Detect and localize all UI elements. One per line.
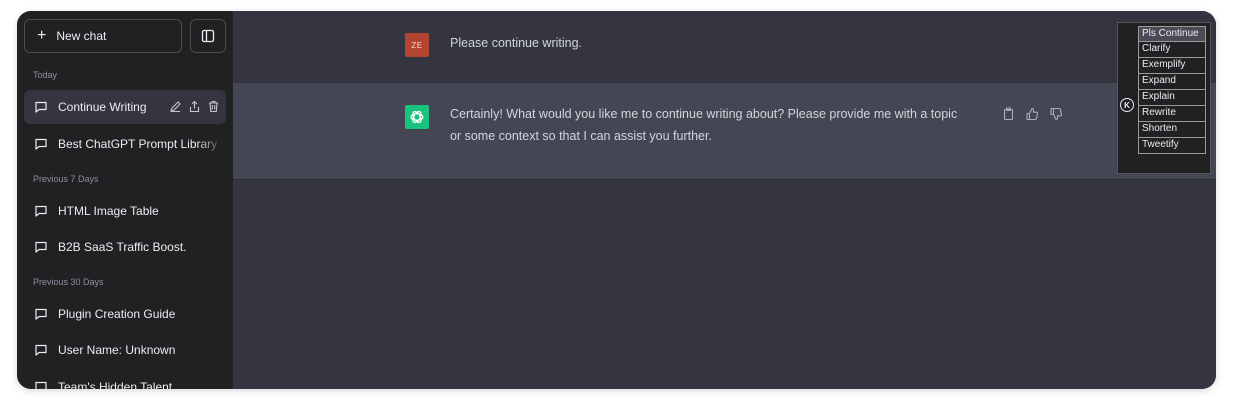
item-actions <box>169 100 220 113</box>
rewrite-button[interactable]: Rewrite <box>1138 106 1206 122</box>
sidebar-item-label: User Name: Unknown <box>58 343 176 357</box>
thumbs-up-icon[interactable] <box>1025 107 1039 121</box>
user-message: ZE Please continue writing. <box>233 11 1216 84</box>
chat-bubble-icon <box>35 381 47 389</box>
user-message-text: Please continue writing. <box>450 36 583 50</box>
section-label-previous-30-days: Previous 30 Days <box>33 277 104 287</box>
chat-window: + New chat Today Continue Writing Best C… <box>17 11 1216 389</box>
sidebar-item-label: B2B SaaS Traffic Boost. <box>58 240 187 254</box>
sidebar-item-hidden-talent[interactable]: Team's Hidden Talent <box>24 370 226 389</box>
sidebar-item-prompt-library[interactable]: Best ChatGPT Prompt Library <box>24 127 226 161</box>
sidebar-item-label: Best ChatGPT Prompt Library <box>58 137 218 151</box>
prompt-plugin-panel: K Pls Continue Clarify Exemplify Expand … <box>1117 22 1211 174</box>
text-fade <box>196 127 226 161</box>
section-label-today: Today <box>33 70 58 80</box>
expand-button[interactable]: Expand <box>1138 74 1206 90</box>
chat-bubble-icon <box>35 101 47 113</box>
clarify-button[interactable]: Clarify <box>1138 42 1206 58</box>
new-chat-label: New chat <box>56 29 107 43</box>
assistant-message: Certainly! What would you like me to con… <box>233 83 1216 180</box>
section-label-previous-7-days: Previous 7 Days <box>33 174 99 184</box>
sidebar-item-continue-writing[interactable]: Continue Writing <box>24 90 226 124</box>
assistant-message-line-2: or some context so that I can assist you… <box>450 129 712 143</box>
sidebar-item-html-image-table[interactable]: HTML Image Table <box>24 194 226 228</box>
chat-bubble-icon <box>35 138 47 150</box>
edit-icon[interactable] <box>169 100 182 113</box>
delete-icon[interactable] <box>207 100 220 113</box>
message-actions <box>1002 107 1063 121</box>
thumbs-down-icon[interactable] <box>1049 107 1063 121</box>
exemplify-button[interactable]: Exemplify <box>1138 58 1206 74</box>
share-icon[interactable] <box>188 100 201 113</box>
sidebar-item-label: Continue Writing <box>58 100 147 114</box>
chat-bubble-icon <box>35 308 47 320</box>
tweetify-button[interactable]: Tweetify <box>1138 138 1206 154</box>
chat-bubble-icon <box>35 241 47 253</box>
plugin-logo-icon: K <box>1120 98 1134 112</box>
pls-continue-button[interactable]: Pls Continue <box>1138 26 1206 42</box>
toggle-sidebar-button[interactable] <box>190 19 226 53</box>
sidebar-item-plugin-creation[interactable]: Plugin Creation Guide <box>24 297 226 331</box>
assistant-message-line-1: Certainly! What would you like me to con… <box>450 107 958 121</box>
sidebar-item-user-name[interactable]: User Name: Unknown <box>24 333 226 367</box>
chatgpt-logo-icon <box>405 105 429 129</box>
sidebar-item-label: HTML Image Table <box>58 204 159 218</box>
chat-bubble-icon <box>35 344 47 356</box>
sidebar-item-b2b-saas[interactable]: B2B SaaS Traffic Boost. <box>24 230 226 264</box>
explain-button[interactable]: Explain <box>1138 90 1206 106</box>
conversation-area: ZE Please continue writing. Certainly! W… <box>233 11 1216 389</box>
new-chat-button[interactable]: + New chat <box>24 19 182 53</box>
plugin-button-list: Pls Continue Clarify Exemplify Expand Ex… <box>1138 26 1206 154</box>
sidebar-item-label: Plugin Creation Guide <box>58 307 176 321</box>
chat-bubble-icon <box>35 205 47 217</box>
user-avatar: ZE <box>405 33 429 57</box>
plus-icon: + <box>37 27 47 44</box>
sidebar-item-label: Team's Hidden Talent <box>58 380 173 389</box>
shorten-button[interactable]: Shorten <box>1138 122 1206 138</box>
copy-icon[interactable] <box>1002 107 1015 121</box>
sidebar-toggle-icon <box>201 29 215 43</box>
sidebar: + New chat Today Continue Writing Best C… <box>17 11 233 389</box>
